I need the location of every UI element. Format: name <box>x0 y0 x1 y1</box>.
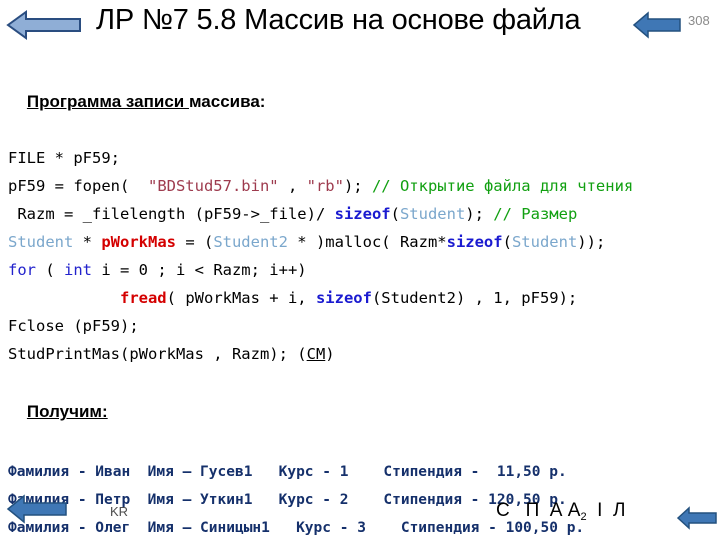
code-token: = ( <box>175 233 214 251</box>
footer-right-glyph: А <box>549 500 563 521</box>
heading-result: Получим: <box>8 370 720 454</box>
code-token: ); <box>465 205 494 223</box>
left-arrow-icon <box>632 11 681 39</box>
left-arrow-icon <box>676 506 717 530</box>
footer-right-glyph: 2 <box>580 511 587 523</box>
code-line: Razm = _filelength (pF59->_file)/ sizeof… <box>8 200 720 228</box>
code-token: i = 0 ; i < Razm; i++) <box>92 261 307 279</box>
code-token: ( <box>36 261 64 279</box>
code-token: "BDStud57.bin" <box>147 177 279 195</box>
heading-program-underlined: Программа записи <box>26 92 189 111</box>
code-token: sizeof <box>446 233 503 251</box>
header-back-arrow-right[interactable] <box>632 9 682 41</box>
footer-right-glyph: А <box>567 500 581 521</box>
code-line: StudPrintMas(pWorkMas , Razm); (СМ) <box>8 340 720 368</box>
code-token: sizeof <box>315 289 372 307</box>
code-token: (Student2) , 1, pF59); <box>371 289 578 307</box>
code-token: int <box>64 261 92 279</box>
heading-program-record: Программа записи массива: <box>8 60 720 144</box>
code-token: , <box>278 177 307 195</box>
left-arrow-icon <box>6 10 81 40</box>
footer-right-gap <box>602 500 613 521</box>
footer-back-arrow-left[interactable] <box>6 492 68 526</box>
code-token: sizeof <box>334 205 391 223</box>
code-token: pWorkMas <box>101 233 176 251</box>
code-token: Razm = _filelength (pF59->_file)/ <box>8 205 335 223</box>
code-line: for ( int i = 0 ; i < Razm; i++) <box>8 256 720 284</box>
left-arrow-icon <box>6 494 67 524</box>
code-token: ); <box>343 177 372 195</box>
page-title: ЛР №7 5.8 Массив на основе файла <box>96 4 581 36</box>
heading-program-rest: массива: <box>188 92 266 111</box>
code-token: "rb" <box>306 177 344 195</box>
code-token: // Размер <box>493 205 578 223</box>
code-token: ( pWorkMas + i, <box>166 289 316 307</box>
code-token: Student <box>511 233 578 251</box>
output-row: Фамилия - Иван Имя – Гусев1 Курс - 1 Сти… <box>8 464 567 480</box>
code-token: * )malloc( Razm* <box>287 233 447 251</box>
code-token: СМ <box>306 345 326 363</box>
code-block: FILE * pF59; pF59 = fopen( "BDStud57.bin"… <box>8 144 720 368</box>
code-token: Student2 <box>213 233 288 251</box>
footer-right-label: С П А А2 І Л <box>496 500 626 523</box>
code-line: FILE * pF59; <box>8 144 720 172</box>
code-token: Student <box>8 233 74 251</box>
header-back-arrow-left[interactable] <box>6 9 82 41</box>
code-token: Student <box>399 205 466 223</box>
code-token: fread <box>119 289 167 307</box>
code-token: ) <box>325 345 335 363</box>
code-line: pF59 = fopen( "BDStud57.bin" , "rb"); //… <box>8 172 720 200</box>
code-token: )); <box>577 233 606 251</box>
code-line: Student * pWorkMas = (Student2 * )malloc… <box>8 228 720 256</box>
code-token: FILE * pF59; <box>8 149 120 167</box>
code-token: ( <box>502 233 512 251</box>
code-token: * <box>73 233 102 251</box>
heading-result-label: Получим: <box>26 402 108 421</box>
footer-right-gap <box>539 500 550 521</box>
slide-body: Программа записи массива: FILE * pF59; pF… <box>8 60 720 542</box>
footer-left-label: KR <box>110 504 129 519</box>
code-token: StudPrintMas(pWorkMas , Razm); ( <box>8 345 307 363</box>
code-token: // Открытие файла для чтения <box>371 177 634 195</box>
code-line: fread( pWorkMas + i, sizeof(Student2) , … <box>8 284 720 312</box>
footer-right-gap <box>510 500 526 521</box>
footer-back-arrow-right[interactable] <box>676 505 718 531</box>
footer-right-glyph: Л <box>612 500 626 521</box>
code-token: pF59 = fopen( <box>8 177 148 195</box>
footer-right-glyph: С <box>496 500 510 521</box>
code-token: ( <box>390 205 400 223</box>
code-line: Fclose (pF59); <box>8 312 720 340</box>
footer-right-glyph: П <box>525 500 540 521</box>
page-number: 308 <box>688 13 710 28</box>
footer-right-gap <box>587 500 598 521</box>
code-token: Fclose (pF59); <box>8 317 139 335</box>
code-token: for <box>8 261 36 279</box>
